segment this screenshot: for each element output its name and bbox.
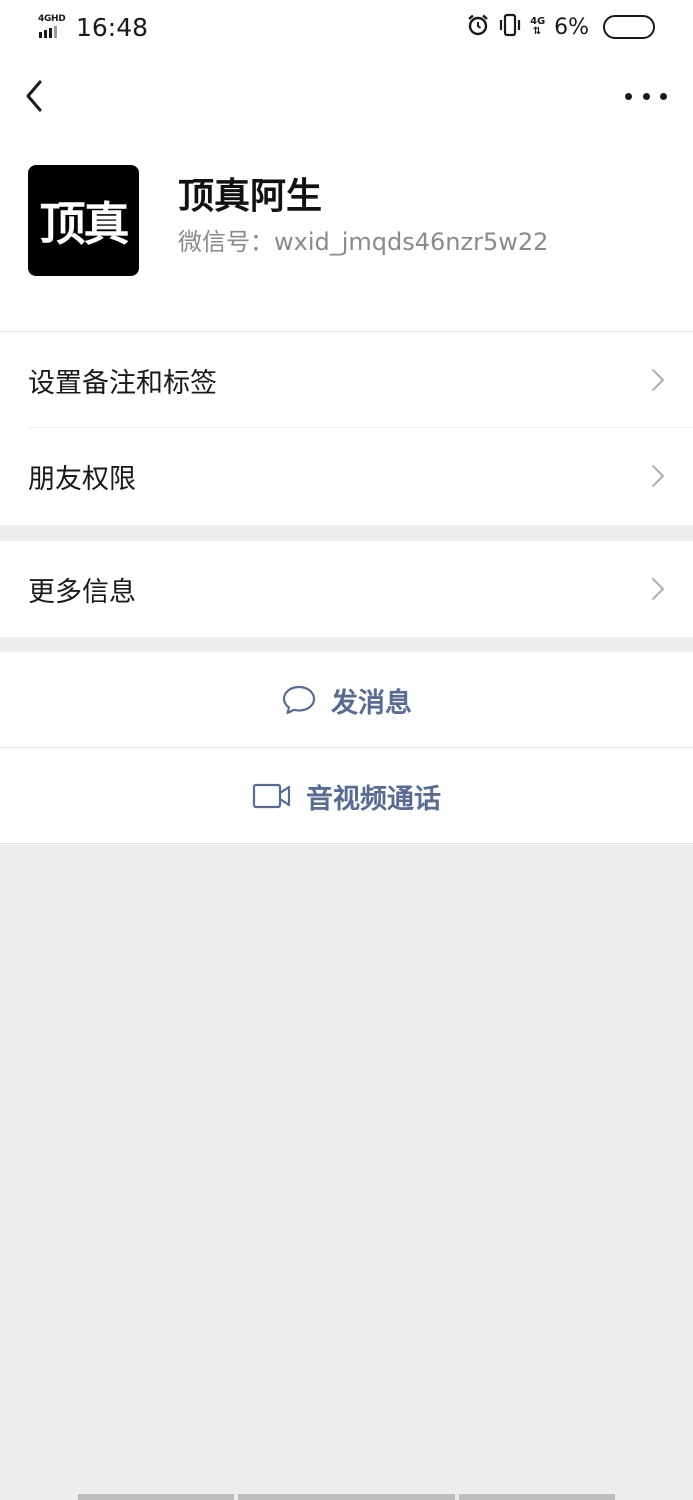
chevron-left-icon bbox=[26, 80, 42, 112]
contact-profile-page: 4GHD 16:48 4G ⇅ 6% 顶真 顶真阿生 微信号：wxid_jmqd… bbox=[0, 0, 693, 1500]
more-info-item[interactable]: 更多信息 bbox=[0, 541, 693, 637]
avatar-text: 顶真 bbox=[39, 196, 130, 251]
wechat-id: 微信号：wxid_jmqds46nzr5w22 bbox=[178, 228, 549, 256]
contact-name: 顶真阿生 bbox=[178, 176, 323, 217]
avatar[interactable]: 顶真 bbox=[28, 165, 139, 276]
bottom-scroll-indicators bbox=[0, 1494, 693, 1500]
video-camera-icon bbox=[252, 783, 291, 809]
status-right: 4G ⇅ 6% bbox=[466, 12, 655, 42]
actions-group: 发消息 音视频通话 bbox=[0, 652, 693, 845]
back-button[interactable] bbox=[18, 74, 54, 118]
send-message-label: 发消息 bbox=[331, 687, 412, 719]
status-left: 4GHD 16:48 bbox=[38, 12, 148, 42]
chat-bubble-icon bbox=[282, 685, 316, 715]
send-message-button[interactable]: 发消息 bbox=[0, 652, 693, 748]
status-bar: 4GHD 16:48 4G ⇅ 6% bbox=[0, 0, 693, 56]
settings-group: 设置备注和标签 朋友权限 bbox=[0, 331, 693, 525]
network-right-label: 4G bbox=[530, 16, 546, 27]
friend-permissions-item[interactable]: 朋友权限 bbox=[0, 428, 693, 524]
battery-percent: 6% bbox=[554, 14, 589, 40]
chevron-right-icon bbox=[651, 464, 665, 488]
voice-video-call-button[interactable]: 音视频通话 bbox=[0, 748, 693, 844]
more-dots-icon bbox=[625, 92, 632, 100]
voice-video-call-label: 音视频通话 bbox=[306, 783, 441, 815]
chevron-right-icon bbox=[651, 368, 665, 392]
more-button[interactable] bbox=[625, 80, 667, 112]
signal-icon: 4GHD bbox=[38, 14, 68, 40]
set-remark-and-tags-label: 设置备注和标签 bbox=[28, 367, 217, 399]
network-icon: 4G ⇅ bbox=[530, 16, 546, 37]
set-remark-and-tags-item[interactable]: 设置备注和标签 bbox=[0, 332, 693, 428]
network-type-label: 4GHD bbox=[38, 14, 66, 24]
alarm-icon bbox=[466, 13, 490, 41]
more-info-group: 更多信息 bbox=[0, 541, 693, 637]
nav-bar bbox=[0, 60, 693, 132]
battery-icon bbox=[603, 15, 655, 39]
vibrate-icon bbox=[498, 13, 522, 41]
status-time: 16:48 bbox=[76, 12, 149, 42]
chevron-right-icon bbox=[651, 577, 665, 601]
friend-permissions-label: 朋友权限 bbox=[28, 463, 136, 495]
more-info-label: 更多信息 bbox=[28, 576, 136, 608]
